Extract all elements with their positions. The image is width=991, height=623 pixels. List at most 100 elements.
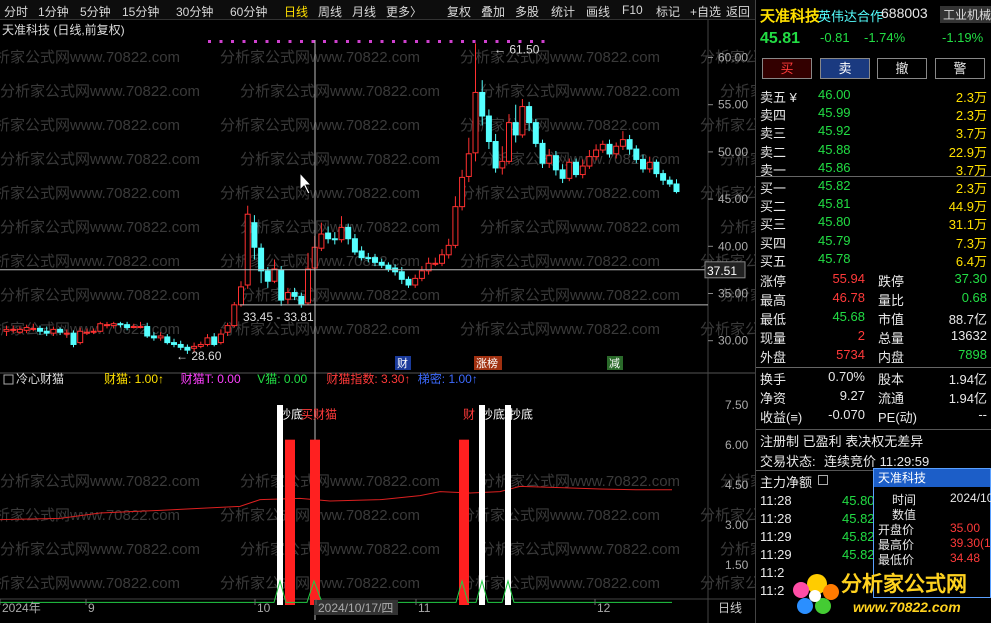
signal-bar [285, 439, 295, 605]
indicator-value: V猫: 0.00 [257, 372, 307, 386]
indicator-value: 梯密: 1.00↑ [418, 371, 478, 386]
stat-label: 换手 [760, 372, 787, 387]
candle-body [351, 238, 358, 253]
bid-row-volume: 7.3万 [955, 235, 987, 251]
candle-body [445, 244, 452, 256]
signal-dot [541, 40, 545, 43]
period-tab-0[interactable]: 分时 [4, 3, 28, 20]
candle-body [318, 233, 325, 249]
candle-body [90, 330, 97, 333]
signal-dot [415, 40, 418, 43]
signal-dot [277, 40, 280, 43]
candle-body [640, 158, 646, 170]
candle-body [492, 141, 499, 169]
candle-body [532, 122, 539, 144]
candle-body [666, 179, 673, 185]
signal-label: 抄底 [509, 406, 533, 421]
toolbar-button-6[interactable]: 标记 [656, 3, 680, 20]
period-tab-8[interactable]: 月线 [352, 3, 376, 20]
stat-value-right: 1.94亿 [948, 372, 987, 387]
toolbar-button-0[interactable]: 复权 [447, 3, 471, 20]
bid-row-label: 买四 [760, 235, 787, 251]
flow-icon[interactable] [818, 475, 828, 485]
stat-value-right: 1.94亿 [948, 391, 987, 406]
toolbar-button-2[interactable]: 多股 [515, 3, 539, 20]
ask-row[interactable]: 卖二 45.88 22.9万 [760, 141, 987, 160]
indicator-settings-icon[interactable] [3, 374, 14, 385]
signal-dot [369, 40, 372, 43]
bid-row-label: 买二 [760, 199, 787, 215]
candle-body [238, 286, 244, 306]
signal-dot [449, 40, 453, 43]
low-label: ← 28.60 [176, 349, 222, 363]
candle-body [77, 330, 84, 344]
event-label: 减 [609, 357, 620, 370]
indicator-name: 冷心财猫 [16, 372, 64, 386]
bid-row[interactable]: 买五 45.78 6.4万 [760, 250, 987, 269]
toolbar-button-4[interactable]: 画线 [586, 3, 610, 20]
ask-row[interactable]: 卖一 45.86 3.7万 [760, 159, 987, 178]
period-tab-4[interactable]: 30分钟 [176, 3, 213, 20]
candle-body [305, 268, 311, 304]
candle-body [660, 173, 667, 181]
stock-name: 天准科技 [760, 8, 821, 25]
candle-body [16, 328, 23, 333]
stat-row: 现量 2 总量 13632 [760, 327, 987, 346]
ask-row[interactable]: 卖五 ¥ 46.00 2.3万 [760, 86, 987, 105]
sell-button[interactable]: 卖 [820, 58, 870, 79]
candle-body [626, 139, 633, 150]
signal-dot [288, 40, 292, 43]
stat-label-right: 总量 [878, 331, 905, 346]
toolbar-button-8[interactable]: 返回 [726, 3, 750, 20]
bid-row[interactable]: 买一 45.82 2.3万 [760, 177, 987, 196]
candle-body [439, 254, 445, 264]
ask-row[interactable]: 卖三 45.92 3.7万 [760, 122, 987, 141]
period-tab-1[interactable]: 1分钟 [38, 3, 69, 20]
period-tab-5[interactable]: 60分钟 [230, 3, 267, 20]
event-label: 财 [397, 356, 408, 370]
partner-tag[interactable]: 英伟达合作 [818, 6, 883, 25]
tooltip-value: 35.00 [950, 521, 981, 535]
industry-tag[interactable]: 工业机械 [940, 6, 991, 23]
date-label: 2024年 [2, 601, 41, 615]
bid-row-price: 45.80 [818, 214, 851, 230]
chart-area[interactable]: 天准科技 (日线,前复权) 60.00 55.00 50.00 45.00 40.00 35… [0, 20, 755, 623]
bid-row[interactable]: 买三 45.80 31.1万 [760, 213, 987, 232]
toolbar-button-7[interactable]: +自选 [690, 3, 721, 20]
candle-body [573, 161, 579, 176]
candle-body [338, 226, 345, 241]
indicator-value: 财猫指数: 3.30↑ [326, 371, 410, 386]
bid-row[interactable]: 买二 45.81 44.9万 [760, 195, 987, 214]
buy-button[interactable]: 买 [762, 58, 812, 79]
candle-body [633, 148, 640, 160]
candle-body [546, 155, 553, 164]
stat-row: 最高 46.78 量比 0.68 [760, 289, 987, 308]
industry-pct: -1.19% [942, 30, 984, 45]
candle-body [613, 145, 620, 155]
period-tab-3[interactable]: 15分钟 [122, 3, 159, 20]
period-tab-2[interactable]: 5分钟 [80, 3, 111, 20]
logo-url: www.70822.com [853, 599, 961, 615]
cancel-button[interactable]: 撤 [877, 58, 927, 79]
stat-value-right: 13632 [950, 328, 987, 343]
candle-body [485, 115, 492, 143]
signal-dot [300, 40, 303, 43]
period-tab-7[interactable]: 周线 [318, 3, 342, 20]
signal-dot [346, 40, 349, 43]
ask-row[interactable]: 卖四 45.99 2.3万 [760, 104, 987, 123]
candle-body [646, 161, 653, 170]
period-tab-6[interactable]: 日线 [284, 3, 308, 20]
bid-row[interactable]: 买四 45.79 7.3万 [760, 232, 987, 251]
toolbar-button-3[interactable]: 统计 [551, 3, 575, 20]
candle-body [150, 335, 157, 339]
toolbar-button-1[interactable]: 叠加 [481, 3, 505, 20]
stat-value-right: 7898 [958, 347, 987, 362]
alert-button[interactable]: 警 [935, 58, 985, 79]
period-tab-9[interactable]: 更多〉 [386, 3, 422, 20]
indicator-value: 财猫: 1.00↑ [104, 372, 164, 386]
signal-dot [380, 40, 384, 43]
price-tick: 35.00 [718, 287, 748, 301]
stat-row: 净资 9.27 流通 1.94亿 [760, 387, 987, 406]
logo-text: 分析家公式网 [841, 572, 967, 596]
toolbar-button-5[interactable]: F10 [622, 3, 643, 17]
